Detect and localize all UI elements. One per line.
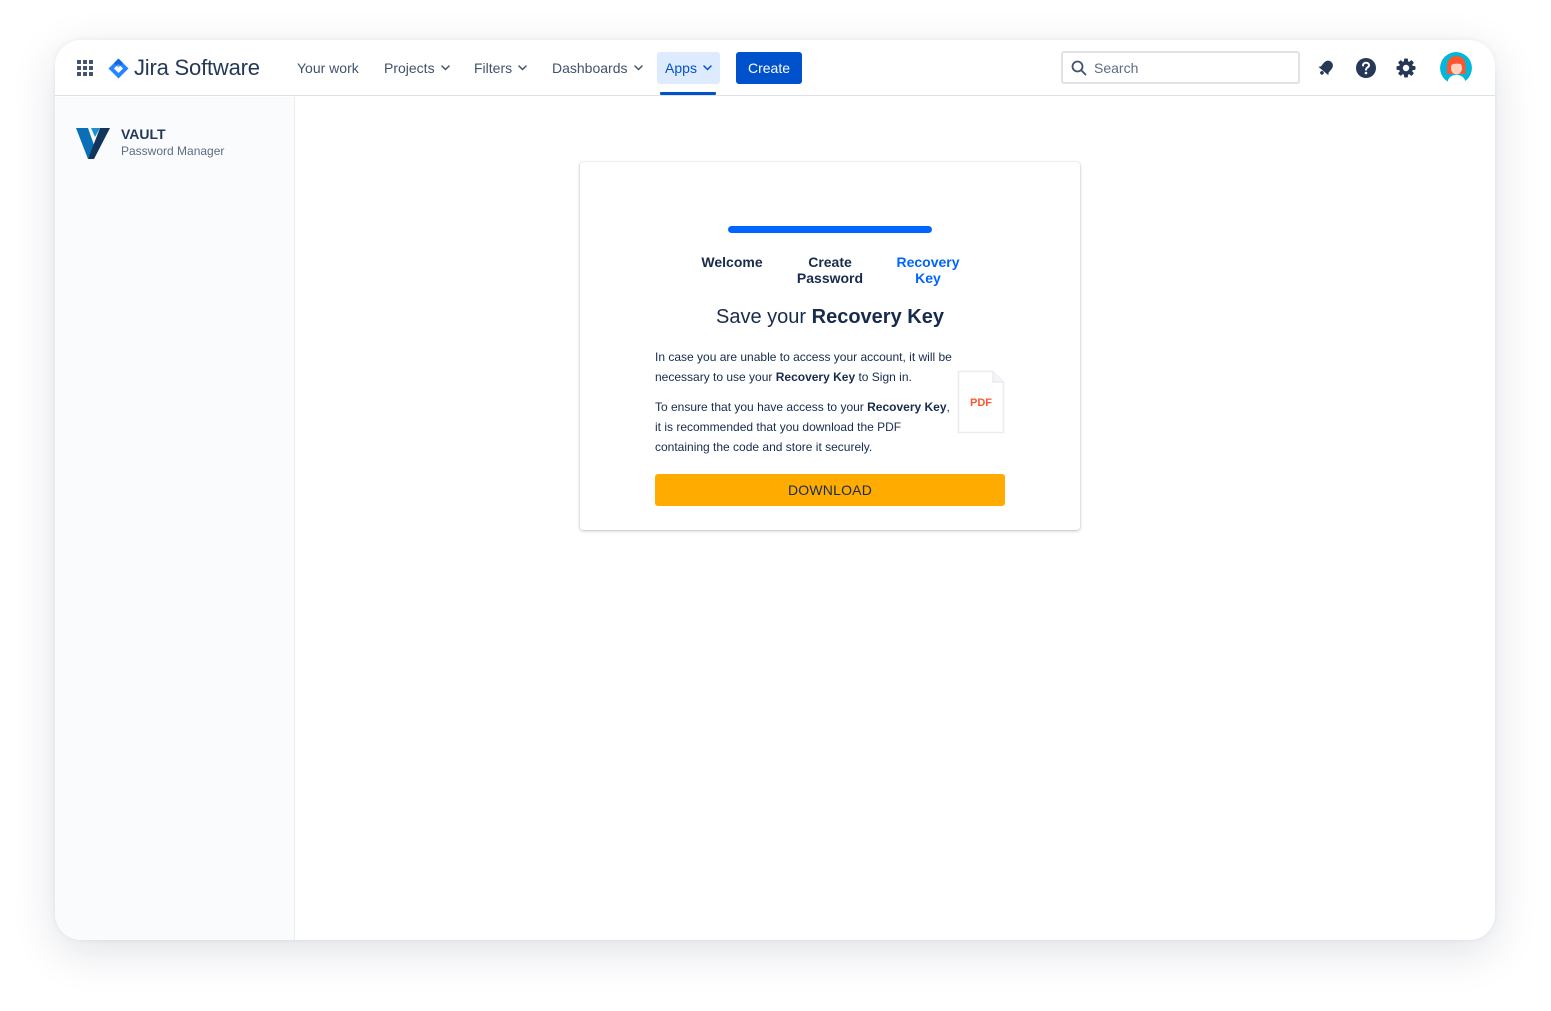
wizard-title: Save your Recovery Key: [580, 304, 1080, 330]
vault-brand-text: VAULT Password Manager: [121, 123, 224, 159]
vault-app-subtitle: Password Manager: [121, 144, 225, 158]
p2-pre: To ensure that you have access to your: [655, 400, 868, 414]
setup-wizard-card: Welcome Create Password Recovery Key Sav…: [580, 162, 1080, 530]
app-window: Jira Software Your work Projects Filters…: [55, 40, 1495, 940]
download-button[interactable]: DOWNLOAD: [655, 474, 1005, 506]
chevron-down-icon: [633, 65, 643, 71]
nav-your-work-label: Your work: [297, 60, 359, 76]
nav-apps-label: Apps: [665, 60, 697, 76]
pdf-file-icon: PDF: [957, 370, 1005, 434]
search-box[interactable]: [1061, 51, 1300, 84]
active-nav-indicator: [660, 92, 716, 95]
vault-app-name: VAULT: [121, 126, 166, 142]
settings-icon: [1396, 58, 1416, 78]
p1-bold: Recovery Key: [775, 370, 856, 384]
create-button[interactable]: Create: [736, 52, 802, 84]
chevron-down-icon: [440, 65, 450, 71]
vault-app-brand[interactable]: VAULT Password Manager: [73, 123, 224, 163]
nav-projects[interactable]: Projects: [384, 56, 450, 80]
jira-logo[interactable]: Jira Software: [108, 54, 260, 82]
sidebar: VAULT Password Manager: [55, 97, 295, 940]
pdf-label: PDF: [970, 397, 992, 409]
user-avatar-icon: [1440, 52, 1472, 84]
app-name: Jira Software: [134, 55, 260, 80]
step-recovery-key: Recovery Key: [883, 254, 973, 286]
step-welcome-label: Welcome: [701, 254, 763, 270]
vault-logo-icon: [76, 128, 110, 159]
download-advice-text: To ensure that you have access to your R…: [655, 397, 955, 457]
nav-dashboards-label: Dashboards: [552, 60, 628, 76]
settings-button[interactable]: [1394, 56, 1418, 80]
nav-projects-label: Projects: [384, 60, 435, 76]
nav-filters[interactable]: Filters: [474, 56, 527, 80]
notifications-button[interactable]: [1314, 56, 1338, 80]
recovery-explanation-text: In case you are unable to access your ac…: [655, 347, 955, 387]
chevron-down-icon: [518, 65, 527, 71]
wizard-title-bold: Recovery Key: [811, 306, 944, 328]
nav-dashboards[interactable]: Dashboards: [552, 56, 643, 80]
nav-apps[interactable]: Apps: [657, 52, 720, 84]
nav-filters-label: Filters: [474, 60, 513, 76]
search-input[interactable]: [1094, 59, 1284, 76]
wizard-progress-bar: [728, 226, 932, 233]
step-recovery-key-line1: Recovery: [896, 254, 960, 270]
step-recovery-key-line2: Key: [915, 270, 941, 286]
help-button[interactable]: [1354, 56, 1378, 80]
jira-logo-icon: [108, 58, 129, 78]
notifications-icon: [1318, 60, 1333, 76]
search-icon: [1071, 60, 1087, 75]
help-icon: [1356, 58, 1376, 78]
app-switcher-icon[interactable]: [76, 59, 94, 77]
step-create-password-line2: Password: [796, 270, 864, 286]
main-content: Welcome Create Password Recovery Key Sav…: [296, 97, 1495, 940]
step-create-password: Create Password: [785, 254, 875, 286]
step-create-password-line1: Create: [808, 254, 852, 270]
wizard-title-prefix: Save your: [716, 306, 812, 328]
top-navigation: Jira Software Your work Projects Filters…: [55, 40, 1495, 96]
step-welcome: Welcome: [687, 254, 777, 270]
nav-your-work[interactable]: Your work: [297, 56, 359, 80]
avatar[interactable]: [1440, 52, 1472, 84]
chevron-down-icon: [703, 65, 712, 71]
p1-post: to Sign in.: [855, 370, 912, 384]
p2-bold: Recovery Key: [867, 400, 947, 414]
